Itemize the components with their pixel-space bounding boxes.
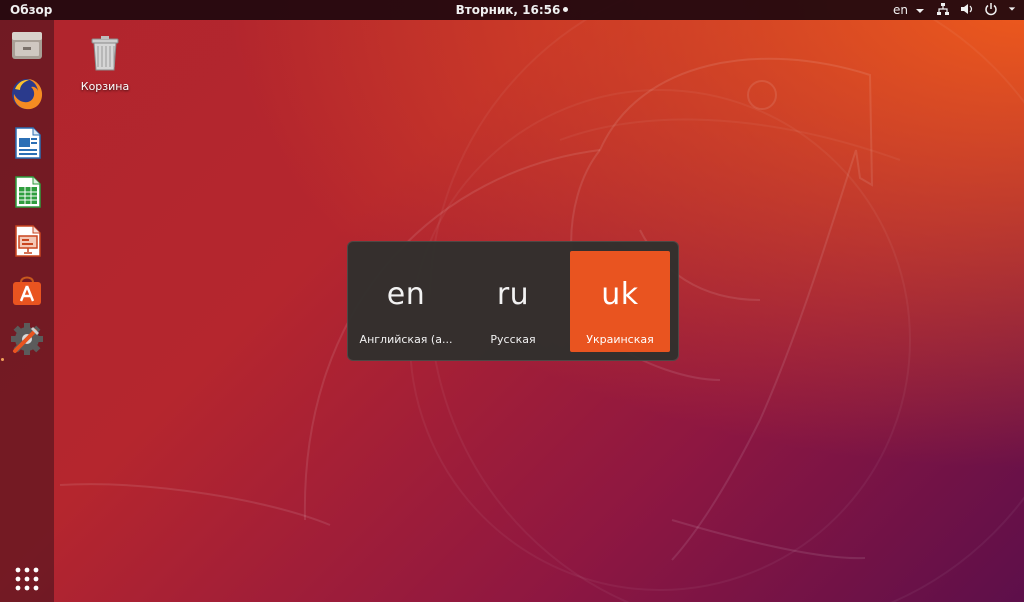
top-bar: Обзор Вторник, 16:56 en (0, 0, 1024, 20)
trash-icon (91, 36, 119, 71)
layout-option-uk[interactable]: uk Украинская (570, 251, 670, 352)
chevron-down-icon (1008, 7, 1016, 11)
dock-item-software[interactable] (8, 271, 46, 309)
dock-item-settings[interactable] (8, 320, 46, 358)
dock-item-writer[interactable] (8, 124, 46, 162)
input-source-label: en (893, 3, 908, 17)
firefox-app-icon (12, 79, 43, 110)
volume-icon (961, 4, 973, 14)
layout-name: Русская (490, 333, 536, 346)
layout-option-ru[interactable]: ru Русская (463, 251, 563, 352)
grid-icon (15, 567, 39, 591)
layout-code: uk (601, 277, 639, 312)
system-tray[interactable] (936, 2, 1016, 16)
activities-button[interactable]: Обзор (10, 3, 52, 17)
calc-app-icon (15, 176, 41, 208)
clock-label: Вторник, 16:56 (455, 3, 561, 17)
impress-app-icon (15, 225, 41, 257)
chevron-down-icon (915, 8, 924, 13)
show-applications-button[interactable] (8, 560, 46, 598)
trash-label: Корзина (80, 80, 130, 93)
input-source-indicator[interactable]: en (893, 3, 925, 17)
software-app-icon (13, 276, 41, 305)
layout-name: Украинская (586, 333, 654, 346)
settings-app-icon (11, 323, 43, 355)
layout-option-en[interactable]: en Английская (а... (356, 251, 456, 352)
dock (0, 20, 54, 602)
power-icon (985, 3, 997, 16)
notification-dot-icon (563, 7, 569, 12)
clock-button[interactable]: Вторник, 16:56 (456, 3, 569, 17)
dock-item-files[interactable] (8, 26, 46, 64)
network-icon (937, 3, 949, 15)
dock-item-calc[interactable] (8, 173, 46, 211)
running-indicator-dot (1, 358, 4, 361)
clock-container: Вторник, 16:56 (0, 3, 1024, 17)
desktop: Обзор Вторник, 16:56 en Корзина en Англи… (0, 0, 1024, 602)
writer-app-icon (15, 127, 41, 159)
files-app-icon (12, 32, 42, 59)
dock-item-firefox[interactable] (8, 75, 46, 113)
input-source-switcher: en Английская (а... ru Русская uk Украин… (347, 241, 679, 361)
layout-code: en (386, 277, 426, 312)
desktop-icon-trash[interactable]: Корзина (76, 34, 134, 93)
layout-name: Английская (а... (359, 333, 453, 346)
dock-item-impress[interactable] (8, 222, 46, 260)
layout-code: ru (496, 277, 530, 312)
